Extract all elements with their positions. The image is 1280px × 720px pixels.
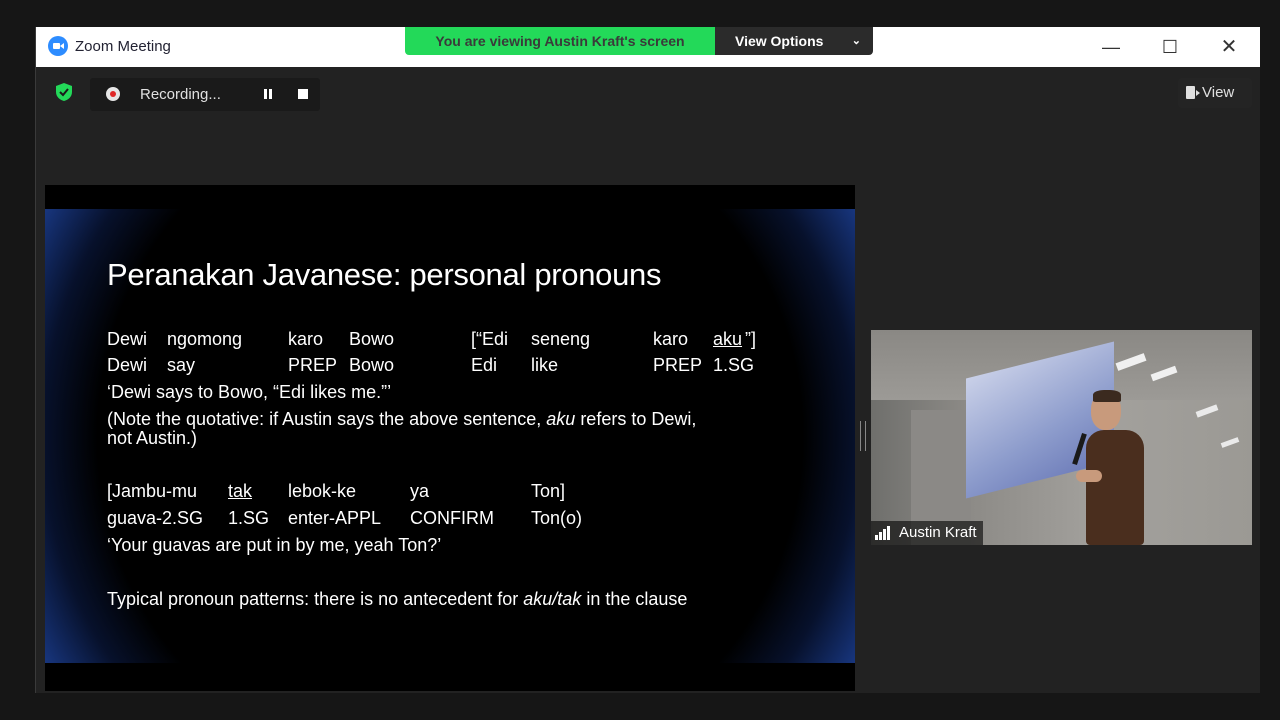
gloss-word: PREP (288, 355, 338, 375)
gloss-word: 1.SG (228, 508, 270, 528)
gloss-word: guava-2.SG (107, 508, 204, 528)
gloss-word: Edi (471, 355, 498, 375)
gloss-word: ”] (745, 329, 756, 349)
gloss-word: [“Edi (471, 329, 509, 349)
translation-1: ‘Dewi says to Bowo, “Edi likes me.”’ (107, 382, 392, 402)
view-icon (1186, 86, 1200, 99)
note-line-1: (Note the quotative: if Austin says the … (107, 409, 697, 429)
presenter-hair (1093, 390, 1121, 402)
gloss-word-underlined: aku (713, 329, 743, 349)
gloss-word: 1.SG (713, 355, 755, 375)
summary-line: Typical pronoun patterns: there is no an… (107, 589, 688, 609)
slide-title: Peranakan Javanese: personal pronouns (107, 257, 662, 292)
recording-status-label: Recording... (140, 86, 221, 103)
zoom-logo-icon (48, 36, 68, 56)
translation-2: ‘Your guavas are put in by me, yeah Ton?… (107, 535, 442, 555)
gloss-word: PREP (653, 355, 703, 375)
gloss-word: [Jambu-mu (107, 481, 198, 501)
presenter-arm (1076, 470, 1102, 482)
gloss-word: Ton] (531, 481, 566, 501)
close-button[interactable]: ✕ (1207, 32, 1251, 62)
gloss-word: lebok-ke (288, 481, 357, 501)
record-dot-icon (106, 87, 120, 101)
gloss-word: ngomong (167, 329, 243, 349)
gloss-word: enter-APPL (288, 508, 382, 528)
participant-name-tag: Austin Kraft (871, 521, 983, 545)
ceiling-light (1220, 437, 1240, 448)
gloss-word: Dewi (107, 355, 148, 375)
view-button[interactable]: View (1178, 78, 1252, 108)
gloss-word: Ton(o) (531, 508, 583, 528)
note-line-2: not Austin.) (107, 428, 198, 448)
security-shield-icon[interactable] (56, 83, 72, 101)
gloss-word: say (167, 355, 196, 375)
gloss-word: seneng (531, 329, 591, 349)
ceiling-light (1195, 404, 1219, 418)
participant-video[interactable]: Austin Kraft (871, 330, 1252, 545)
maximize-button[interactable]: ☐ (1148, 32, 1192, 62)
pause-recording-button[interactable] (260, 86, 276, 102)
gloss-word: karo (653, 329, 689, 349)
view-label: View (1202, 84, 1235, 101)
gloss-word: CONFIRM (410, 508, 494, 528)
gloss-word: karo (288, 329, 324, 349)
screen-share-banner: You are viewing Austin Kraft's screen Vi… (405, 27, 873, 55)
gloss-word: Bowo (349, 329, 395, 349)
splitter-handle[interactable] (860, 421, 866, 451)
presenter-figure (1086, 430, 1144, 545)
shared-screen[interactable]: Peranakan Javanese: personal pronouns De… (45, 185, 855, 691)
recording-bar: Recording... (90, 78, 320, 111)
stop-recording-button[interactable] (295, 86, 311, 102)
view-options-label: View Options (735, 33, 824, 49)
gloss-word-underlined: tak (228, 481, 253, 501)
gloss-word: Bowo (349, 355, 395, 375)
gloss-word: ya (410, 481, 430, 501)
viewing-screen-label: You are viewing Austin Kraft's screen (405, 27, 715, 55)
gloss-word: like (531, 355, 559, 375)
presentation-slide: Peranakan Javanese: personal pronouns De… (45, 209, 855, 663)
participant-name: Austin Kraft (899, 524, 977, 541)
window-title: Zoom Meeting (75, 38, 171, 55)
signal-strength-icon (875, 526, 893, 540)
view-options-button[interactable]: View Options ⌄ (715, 27, 873, 55)
minimize-button[interactable]: — (1089, 32, 1133, 62)
gloss-word: Dewi (107, 329, 148, 349)
zoom-window: Zoom Meeting — ☐ ✕ Recording... View Per… (35, 27, 1260, 693)
chevron-down-icon: ⌄ (851, 35, 861, 47)
